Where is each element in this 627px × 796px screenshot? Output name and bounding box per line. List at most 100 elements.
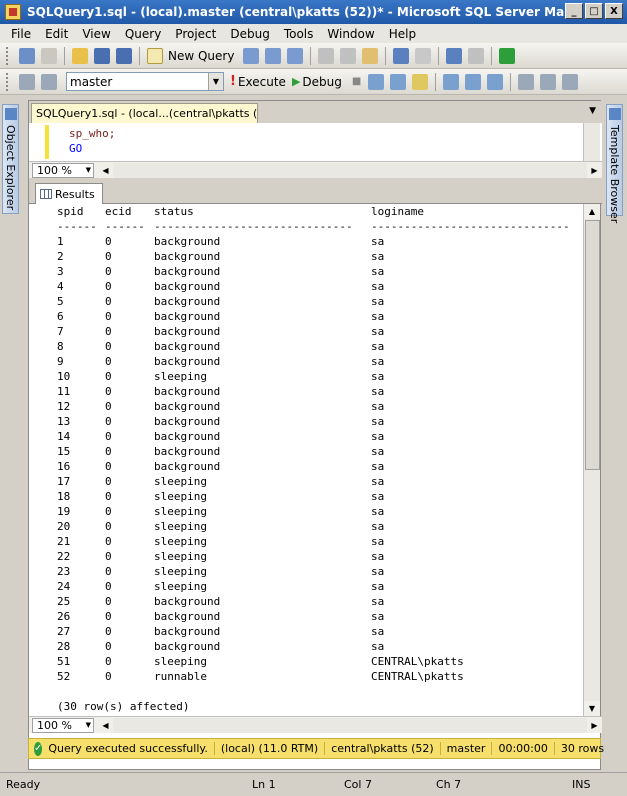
- scroll-left-icon[interactable]: ◀: [98, 717, 113, 733]
- scroll-thumb[interactable]: [585, 220, 600, 470]
- database-select[interactable]: master ▼: [66, 72, 224, 91]
- result-cell: sleeping: [154, 490, 207, 503]
- add-item-icon[interactable]: [41, 47, 57, 64]
- debug-icon[interactable]: ▶: [292, 75, 300, 88]
- result-cell: background: [154, 280, 221, 293]
- debug-button[interactable]: Debug: [302, 75, 341, 89]
- result-cell: sa: [371, 415, 385, 428]
- result-cell: background: [154, 250, 221, 263]
- comment-icon[interactable]: [562, 73, 579, 90]
- result-cell: sleeping: [154, 535, 207, 548]
- result-cell: sa: [371, 295, 385, 308]
- toolbar-grip[interactable]: [6, 46, 10, 65]
- rows-affected: (30 row(s) affected): [57, 700, 190, 713]
- result-cell: 20: [57, 520, 71, 533]
- results-scrollbar[interactable]: ▲ ▼: [583, 204, 600, 716]
- dmx-query-icon[interactable]: [265, 47, 282, 64]
- result-cell: sa: [371, 430, 385, 443]
- results-to-file-icon[interactable]: [540, 73, 557, 90]
- results-horizontal-scrollbar[interactable]: ◀ ▶: [98, 717, 602, 733]
- menu-debug[interactable]: Debug: [223, 27, 276, 41]
- result-cell: sa: [371, 580, 385, 593]
- result-cell: background: [154, 625, 221, 638]
- minimize-button[interactable]: _: [565, 3, 583, 19]
- results-tab[interactable]: Results: [35, 183, 103, 204]
- menu-file[interactable]: File: [4, 27, 38, 41]
- scroll-right-icon[interactable]: ▶: [587, 717, 602, 733]
- results-to-grid-icon[interactable]: [518, 73, 535, 90]
- result-cell: background: [154, 460, 221, 473]
- client-statistics-icon[interactable]: [465, 73, 482, 90]
- redo-icon[interactable]: [415, 47, 432, 64]
- result-cell: 0: [105, 415, 112, 428]
- mdx-query-icon[interactable]: [243, 47, 260, 64]
- save-all-icon[interactable]: [116, 47, 132, 64]
- results-to-text-icon[interactable]: [487, 73, 504, 90]
- result-cell: 13: [57, 415, 71, 428]
- scroll-left-icon[interactable]: ◀: [98, 162, 113, 178]
- editor-zoom-select[interactable]: 100 % ▼: [32, 162, 94, 178]
- object-explorer-icon: [5, 108, 17, 120]
- scroll-right-icon[interactable]: ▶: [587, 162, 602, 178]
- editor-horizontal-scrollbar[interactable]: ◀ ▶: [98, 162, 602, 178]
- execute-button[interactable]: Execute: [238, 75, 286, 89]
- execute-icon[interactable]: !: [230, 74, 236, 89]
- include-plan-icon[interactable]: [443, 73, 460, 90]
- cut-icon[interactable]: [318, 47, 335, 64]
- menu-view[interactable]: View: [75, 27, 117, 41]
- paste-icon[interactable]: [362, 47, 379, 64]
- scroll-up-icon[interactable]: ▲: [584, 204, 600, 219]
- start-icon[interactable]: [499, 47, 516, 64]
- menu-edit[interactable]: Edit: [38, 27, 75, 41]
- result-cell: runnable: [154, 670, 207, 683]
- xmla-query-icon[interactable]: [287, 47, 304, 64]
- template-browser-tab[interactable]: Template Browser: [606, 104, 623, 223]
- database-info: master: [439, 742, 492, 755]
- copy-icon[interactable]: [340, 47, 357, 64]
- sql-editor[interactable]: sp_who; GO: [29, 123, 602, 161]
- menu-tools[interactable]: Tools: [277, 27, 321, 41]
- open-folder-icon[interactable]: [72, 47, 88, 64]
- cancel-query-icon[interactable]: ■: [352, 76, 361, 87]
- status-mode: INS: [572, 778, 591, 791]
- change-connection-icon[interactable]: [41, 73, 57, 90]
- new-query-icon[interactable]: [147, 47, 163, 64]
- results-zoom-select[interactable]: 100 % ▼: [32, 717, 94, 733]
- chevron-down-icon[interactable]: ▼: [208, 73, 223, 90]
- menu-project[interactable]: Project: [168, 27, 223, 41]
- object-explorer-tab[interactable]: Object Explorer: [2, 104, 19, 214]
- new-project-icon[interactable]: [19, 47, 35, 64]
- close-button[interactable]: X: [605, 3, 623, 19]
- new-query-button[interactable]: New Query: [168, 49, 234, 63]
- result-cell: sa: [371, 535, 385, 548]
- query-designer-icon[interactable]: [412, 73, 429, 90]
- toolbar-grip[interactable]: [6, 72, 10, 91]
- result-cell: background: [154, 235, 221, 248]
- menu-query[interactable]: Query: [118, 27, 168, 41]
- result-cell: 0: [105, 565, 112, 578]
- display-plan-icon[interactable]: [390, 73, 407, 90]
- parse-icon[interactable]: [368, 73, 385, 90]
- maximize-button[interactable]: □: [585, 3, 603, 19]
- connect-icon[interactable]: [19, 73, 35, 90]
- undo-icon[interactable]: [393, 47, 410, 64]
- menu-bar: File Edit View Query Project Debug Tools…: [0, 24, 627, 43]
- document-menu-icon[interactable]: ▼: [589, 106, 596, 116]
- scroll-down-icon[interactable]: ▼: [584, 701, 600, 716]
- chevron-down-icon[interactable]: ▼: [86, 166, 93, 174]
- result-cell: sa: [371, 565, 385, 578]
- result-cell: 0: [105, 280, 112, 293]
- menu-window[interactable]: Window: [320, 27, 381, 41]
- menu-help[interactable]: Help: [382, 27, 423, 41]
- editor-zoom-bar: 100 % ▼ ◀ ▶: [29, 161, 602, 178]
- navigate-forward-icon[interactable]: [468, 47, 485, 64]
- save-icon[interactable]: [94, 47, 110, 64]
- result-cell: 0: [105, 310, 112, 323]
- result-cell: 0: [105, 295, 112, 308]
- chevron-down-icon[interactable]: ▼: [86, 721, 93, 729]
- document-tab[interactable]: SQLQuery1.sql - (local...(central\pkatts…: [31, 103, 258, 123]
- result-cell: 0: [105, 520, 112, 533]
- navigate-back-icon[interactable]: [446, 47, 463, 64]
- result-cell: background: [154, 445, 221, 458]
- editor-scrollbar[interactable]: [583, 123, 600, 161]
